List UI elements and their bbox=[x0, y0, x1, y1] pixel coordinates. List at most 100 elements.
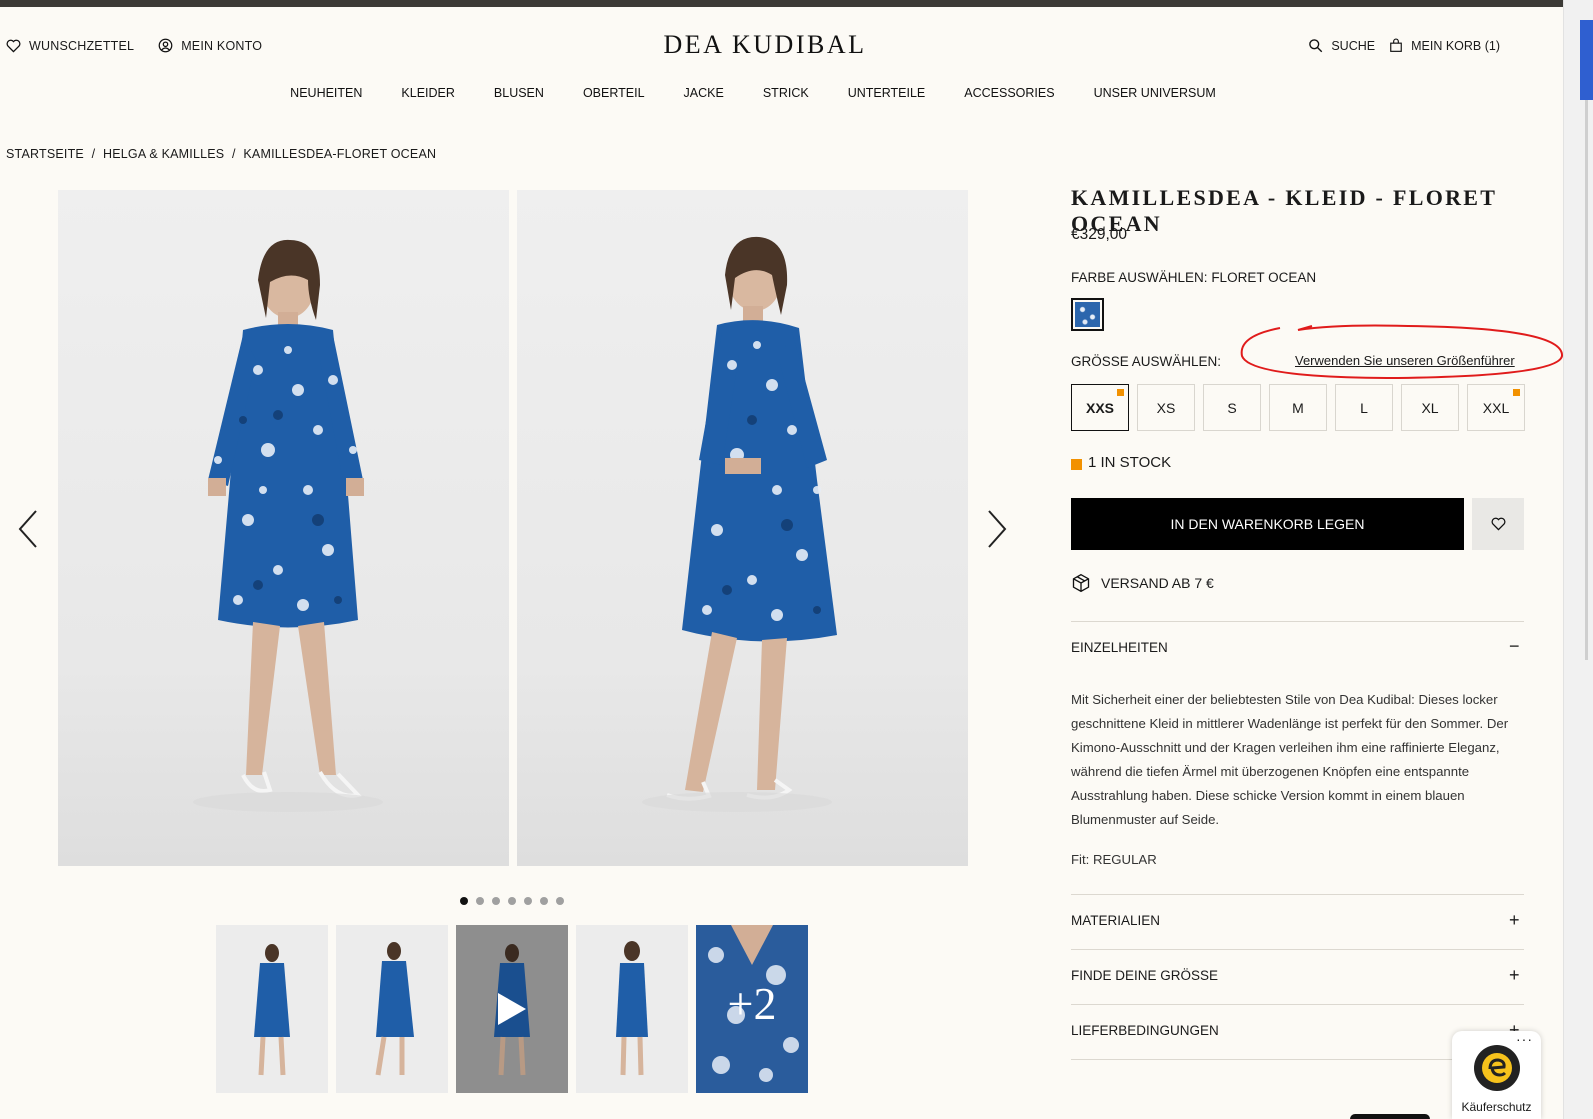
floating-button-edge[interactable] bbox=[1350, 1114, 1430, 1119]
swatch-pattern bbox=[1075, 302, 1100, 327]
low-stock-marker bbox=[1117, 389, 1124, 396]
size-option-label: XXS bbox=[1085, 399, 1114, 416]
size-guide-annotation bbox=[1240, 324, 1564, 380]
heart-icon bbox=[1491, 517, 1505, 531]
breadcrumb-current: KAMILLESDEA-FLORET OCEAN bbox=[243, 147, 437, 161]
main-nav: NEUHEITEN KLEIDER BLUSEN OBERTEIL JACKE … bbox=[0, 86, 1506, 100]
plus-icon[interactable]: + bbox=[1509, 911, 1520, 929]
scrollbar-track bbox=[1585, 100, 1588, 660]
scrollbar-thumb[interactable] bbox=[1580, 20, 1593, 100]
gallery-dots bbox=[460, 897, 564, 905]
color-swatch-floret-ocean[interactable] bbox=[1071, 298, 1104, 331]
minus-icon[interactable]: − bbox=[1509, 637, 1520, 655]
gallery-dot[interactable] bbox=[524, 897, 532, 905]
model-figure-side bbox=[642, 236, 837, 812]
shipping-text: VERSAND AB 7 € bbox=[1101, 575, 1214, 591]
size-option-s[interactable]: S bbox=[1203, 384, 1261, 431]
thumbnail-more[interactable]: +2 bbox=[696, 925, 808, 1093]
play-icon bbox=[498, 993, 526, 1025]
color-label-text: FARBE AUSWÄHLEN: bbox=[1071, 270, 1208, 285]
low-stock-indicator bbox=[1071, 458, 1082, 470]
nav-item-jacke[interactable]: JACKE bbox=[684, 86, 724, 100]
gallery-next-button[interactable] bbox=[983, 505, 1013, 553]
package-icon bbox=[1072, 573, 1090, 593]
chevron-right-icon bbox=[988, 510, 1007, 548]
color-label: FARBE AUSWÄHLEN: FLORET OCEAN bbox=[1071, 270, 1316, 285]
product-fit: Fit: REGULAR bbox=[1071, 852, 1157, 867]
nav-item-oberteil[interactable]: OBERTEIL bbox=[583, 86, 645, 100]
search-icon bbox=[1309, 39, 1323, 53]
divider bbox=[1071, 621, 1524, 622]
accordion-delivery-header[interactable]: LIEFERBEDINGUNGEN bbox=[1071, 1023, 1219, 1038]
breadcrumb-home[interactable]: STARTSEITE bbox=[6, 147, 84, 161]
product-image-side[interactable] bbox=[517, 190, 968, 866]
accordion-details-header[interactable]: EINZELHEITEN bbox=[1071, 640, 1168, 655]
product-description: Mit Sicherheit einer der beliebtesten St… bbox=[1071, 692, 1509, 827]
stock-text: 1 IN STOCK bbox=[1088, 454, 1172, 471]
cart-link[interactable]: MEIN KORB (1) bbox=[1389, 38, 1500, 53]
size-option-xs[interactable]: XS bbox=[1137, 384, 1195, 431]
add-to-cart-button[interactable]: IN DEN WARENKORB LEGEN bbox=[1071, 498, 1464, 550]
page-scrollbar[interactable] bbox=[1563, 0, 1593, 1119]
gallery-dot[interactable] bbox=[460, 897, 468, 905]
gallery-dot[interactable] bbox=[492, 897, 500, 905]
size-options: XXS XS S M L XL XXL bbox=[1071, 384, 1525, 431]
more-images-count: +2 bbox=[727, 978, 777, 1029]
breadcrumb-separator: / bbox=[91, 147, 96, 161]
size-option-label: M bbox=[1292, 399, 1304, 416]
search-label: SUCHE bbox=[1331, 38, 1376, 53]
trusted-shops-seal-icon bbox=[1474, 1045, 1520, 1091]
product-price: €329,00 bbox=[1071, 226, 1128, 243]
size-option-xxl[interactable]: XXL bbox=[1467, 384, 1525, 431]
size-option-label: S bbox=[1227, 399, 1237, 416]
search-link[interactable]: SUCHE bbox=[1308, 38, 1375, 53]
browser-top-bar bbox=[0, 0, 1563, 7]
gallery-dot[interactable] bbox=[540, 897, 548, 905]
color-value: FLORET OCEAN bbox=[1211, 270, 1317, 285]
gallery-dot[interactable] bbox=[508, 897, 516, 905]
nav-item-accessories[interactable]: ACCESSORIES bbox=[964, 86, 1054, 100]
size-option-xl[interactable]: XL bbox=[1401, 384, 1459, 431]
thumbnail-figure bbox=[254, 944, 290, 1076]
nav-item-neuheiten[interactable]: NEUHEITEN bbox=[290, 86, 362, 100]
nav-item-kleider[interactable]: KLEIDER bbox=[401, 86, 455, 100]
thumbnail-figure bbox=[375, 942, 414, 1076]
breadcrumb-separator: / bbox=[232, 147, 236, 161]
size-option-label: XXL bbox=[1482, 399, 1510, 416]
accordion-size-header[interactable]: FINDE DEINE GRÖSSE bbox=[1071, 968, 1218, 983]
thumbnail-2[interactable] bbox=[336, 925, 448, 1093]
nav-item-unterteile[interactable]: UNTERTEILE bbox=[848, 86, 926, 100]
nav-item-universum[interactable]: UNSER UNIVERSUM bbox=[1094, 86, 1216, 100]
shipping-info: VERSAND AB 7 € bbox=[1071, 573, 1214, 593]
size-option-label: L bbox=[1360, 399, 1368, 416]
nav-item-strick[interactable]: STRICK bbox=[763, 86, 809, 100]
thumbnail-figure bbox=[616, 941, 648, 1076]
accordion-materials-header[interactable]: MATERIALIEN bbox=[1071, 913, 1160, 928]
model-figure-front bbox=[193, 239, 383, 812]
thumbnail-4[interactable] bbox=[576, 925, 688, 1093]
size-option-m[interactable]: M bbox=[1269, 384, 1327, 431]
header-right: SUCHE MEIN KORB (1) bbox=[1294, 38, 1500, 53]
product-image-front[interactable] bbox=[58, 190, 509, 866]
add-to-wishlist-button[interactable] bbox=[1472, 498, 1524, 550]
size-option-xxs[interactable]: XXS bbox=[1071, 384, 1129, 431]
product-title: KAMILLESDEA - KLEID - FLORET OCEAN bbox=[1071, 185, 1497, 236]
stock-status: 1 IN STOCK bbox=[1071, 454, 1171, 471]
thumbnail-strip: +2 bbox=[216, 925, 808, 1093]
gallery-dot[interactable] bbox=[556, 897, 564, 905]
thumbnail-1[interactable] bbox=[216, 925, 328, 1093]
plus-icon[interactable]: + bbox=[1509, 966, 1520, 984]
divider bbox=[1071, 949, 1524, 950]
nav-item-blusen[interactable]: BLUSEN bbox=[494, 86, 544, 100]
divider bbox=[1071, 1004, 1524, 1005]
size-option-l[interactable]: L bbox=[1335, 384, 1393, 431]
low-stock-marker bbox=[1513, 389, 1520, 396]
divider bbox=[1071, 894, 1524, 895]
trusted-shops-badge[interactable]: ··· Käuferschutz bbox=[1452, 1031, 1541, 1119]
thumbnail-video[interactable] bbox=[456, 925, 568, 1093]
cart-label: MEIN KORB (1) bbox=[1411, 38, 1500, 53]
shopping-bag-icon bbox=[1390, 38, 1402, 52]
gallery-dot[interactable] bbox=[476, 897, 484, 905]
gallery-prev-button[interactable] bbox=[12, 505, 42, 553]
breadcrumb-collection[interactable]: HELGA & KAMILLES bbox=[103, 147, 224, 161]
